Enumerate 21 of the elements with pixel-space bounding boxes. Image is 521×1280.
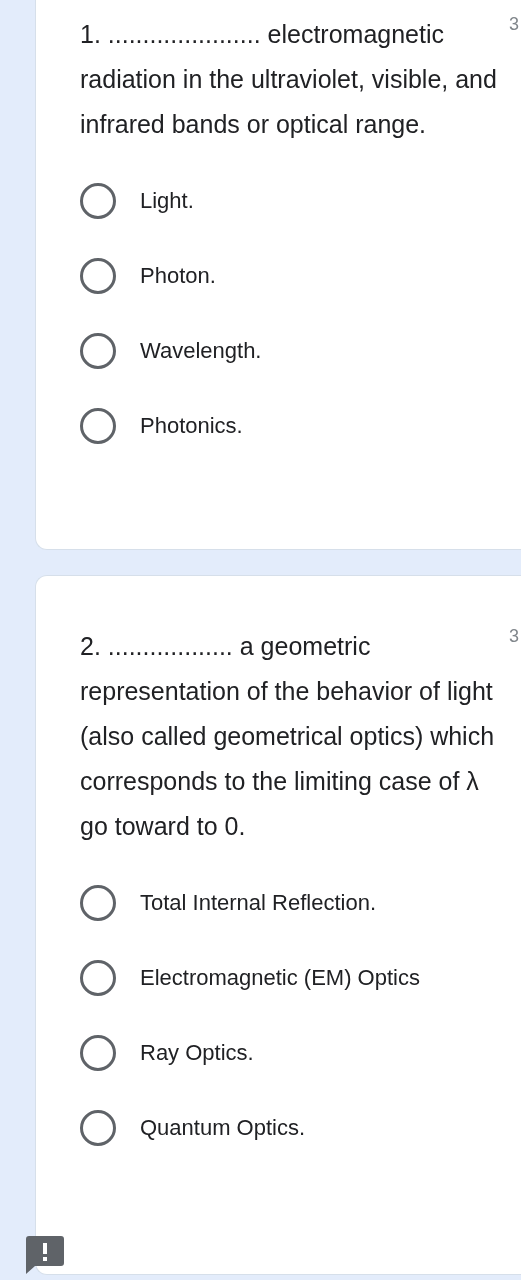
question-text: 2. .................. a geometric representation of the behavior of light (also called geometrical optics) which corresponds to the limiting case of λ go toward to 0. bbox=[80, 631, 496, 842]
option-label[interactable]: Electromagnetic (EM) Optics bbox=[140, 965, 420, 991]
radio-button[interactable] bbox=[80, 183, 116, 219]
option-label[interactable]: Ray Optics. bbox=[140, 1040, 254, 1066]
question-text: 1. ...................... electromagnetic radiation in the ultraviolet, visible, and infrared bands or optical range. bbox=[80, 19, 498, 140]
option-label[interactable]: Total Internal Reflection. bbox=[140, 890, 377, 916]
radio-button[interactable] bbox=[80, 1110, 116, 1146]
option-label[interactable]: Photon. bbox=[140, 263, 216, 289]
feedback-icon[interactable] bbox=[26, 1236, 64, 1274]
option-label[interactable]: Light. bbox=[140, 188, 194, 214]
points-label: 3 bbox=[509, 626, 519, 647]
radio-button[interactable] bbox=[80, 1035, 116, 1071]
radio-button[interactable] bbox=[80, 258, 116, 294]
option-label[interactable]: Photonics. bbox=[140, 413, 243, 439]
radio-button[interactable] bbox=[80, 333, 116, 369]
radio-button[interactable] bbox=[80, 885, 116, 921]
option-label[interactable]: Quantum Optics. bbox=[140, 1115, 306, 1141]
option-label[interactable]: Wavelength. bbox=[140, 338, 262, 364]
points-label: 3 bbox=[509, 14, 519, 35]
radio-button[interactable] bbox=[80, 408, 116, 444]
radio-button[interactable] bbox=[80, 960, 116, 996]
